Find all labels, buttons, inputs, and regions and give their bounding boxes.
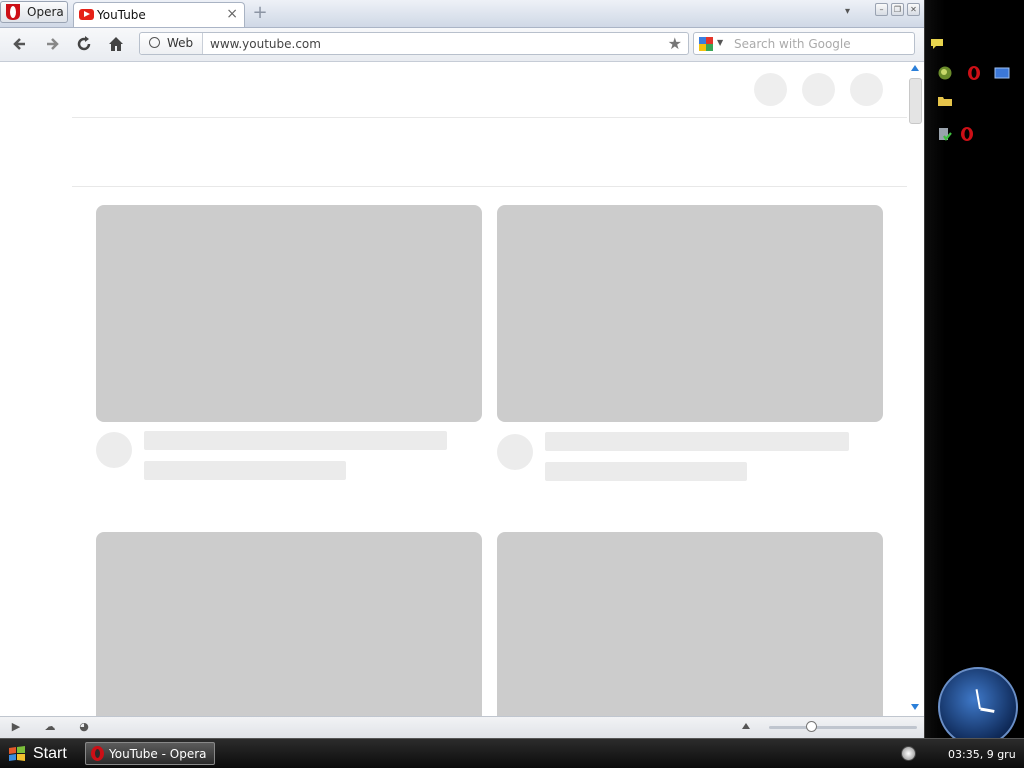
windows-taskbar: Start YouTube - Opera 03:35, 9 gru: [0, 738, 1024, 768]
opera-menu-button[interactable]: Opera: [0, 1, 68, 23]
video-thumbnail-placeholder: [497, 205, 883, 422]
channel-avatar-placeholder: [497, 434, 533, 470]
tab-list-dropdown-icon[interactable]: ▾: [845, 6, 857, 18]
opera-logo-icon: [91, 746, 104, 761]
channel-avatar-placeholder: [96, 432, 132, 468]
back-arrow-icon[interactable]: [10, 34, 30, 54]
chat-bubble-icon[interactable]: [929, 36, 945, 52]
scroll-up-arrow-icon[interactable]: [911, 65, 919, 71]
web-badge[interactable]: Web: [140, 33, 203, 54]
monitor-icon[interactable]: [994, 65, 1010, 81]
zoom-slider[interactable]: [769, 721, 917, 732]
tab-youtube[interactable]: YouTube ×: [73, 2, 245, 27]
zoom-slider-knob[interactable]: [806, 721, 817, 732]
folder-icon[interactable]: [937, 93, 953, 109]
video-thumbnail-placeholder: [497, 532, 883, 716]
tab-title: YouTube: [97, 8, 146, 22]
scroll-down-arrow-icon[interactable]: [911, 704, 919, 710]
analog-clock-icon: [938, 667, 1018, 747]
vertical-scrollbar[interactable]: [907, 62, 924, 716]
restore-window-button[interactable]: ❐: [891, 3, 904, 16]
search-bar[interactable]: ▼ Search with Google: [693, 32, 915, 55]
tray-clock[interactable]: 03:35, 9 gru: [948, 748, 1016, 761]
url-text[interactable]: www.youtube.com: [210, 37, 321, 51]
bookmark-star-icon[interactable]: ★: [668, 34, 682, 53]
youtube-page-loading: [0, 62, 907, 716]
clock-minute-hand: [975, 689, 981, 710]
opera-logo-icon: [6, 4, 20, 20]
new-tab-button[interactable]: +: [252, 4, 268, 22]
windows-flag-icon: [9, 746, 25, 761]
close-window-button[interactable]: ✕: [907, 3, 920, 16]
opera-tray-icon[interactable]: [966, 65, 982, 81]
tab-close-icon[interactable]: ×: [226, 6, 238, 22]
google-search-icon[interactable]: [698, 36, 714, 52]
video-title-placeholder: [545, 432, 849, 451]
video-thumbnail-placeholder: [96, 532, 482, 716]
youtube-favicon-icon: [79, 9, 94, 20]
zoom-menu-arrow-icon[interactable]: [742, 723, 750, 729]
tab-strip: Opera YouTube × + ▾ – ❐ ✕: [0, 0, 924, 28]
taskbar-item-opera[interactable]: YouTube - Opera: [85, 742, 215, 765]
start-label: Start: [33, 745, 67, 762]
reload-icon[interactable]: [74, 34, 94, 54]
globe-icon: [149, 37, 160, 48]
speed-dial-icon[interactable]: ◕: [77, 721, 91, 733]
address-bar[interactable]: Web www.youtube.com ★: [139, 32, 689, 55]
opera-browser-window: Opera YouTube × + ▾ – ❐ ✕ Web www.youtub…: [0, 0, 924, 738]
forward-arrow-icon[interactable]: [42, 34, 62, 54]
tray-orb-icon[interactable]: [901, 746, 916, 761]
minimize-window-button[interactable]: –: [875, 3, 888, 16]
cloud-icon[interactable]: ☁: [43, 721, 57, 733]
search-placeholder: Search with Google: [734, 37, 851, 51]
taskbar-item-label: YouTube - Opera: [109, 747, 207, 761]
web-badge-label: Web: [167, 36, 194, 50]
dropdown-arrow-icon[interactable]: ▼: [717, 38, 723, 47]
opera-tray-icon[interactable]: [959, 126, 975, 142]
header-placeholder-circle: [802, 73, 835, 106]
chips-divider: [72, 186, 907, 187]
panel-toggle-icon[interactable]: ▶: [9, 721, 23, 733]
network-globe-icon[interactable]: [937, 65, 953, 81]
opera-menu-label: Opera: [27, 5, 64, 19]
start-button[interactable]: Start: [0, 740, 80, 768]
scrollbar-thumb[interactable]: [909, 78, 922, 124]
navigation-bar: Web www.youtube.com ★ ▼ Search with Goog…: [0, 28, 924, 62]
security-check-icon[interactable]: [937, 126, 953, 142]
header-divider: [72, 117, 907, 118]
windows-sidebar: [924, 0, 1024, 738]
video-title-placeholder: [144, 431, 447, 450]
header-placeholder-circle: [850, 73, 883, 106]
header-placeholder-circle: [754, 73, 787, 106]
video-meta-placeholder: [144, 461, 346, 480]
home-icon[interactable]: [106, 34, 126, 54]
status-bar: ▶ ☁ ◕: [0, 716, 924, 738]
video-thumbnail-placeholder: [96, 205, 482, 422]
video-meta-placeholder: [545, 462, 747, 481]
clock-hour-hand: [980, 707, 995, 713]
